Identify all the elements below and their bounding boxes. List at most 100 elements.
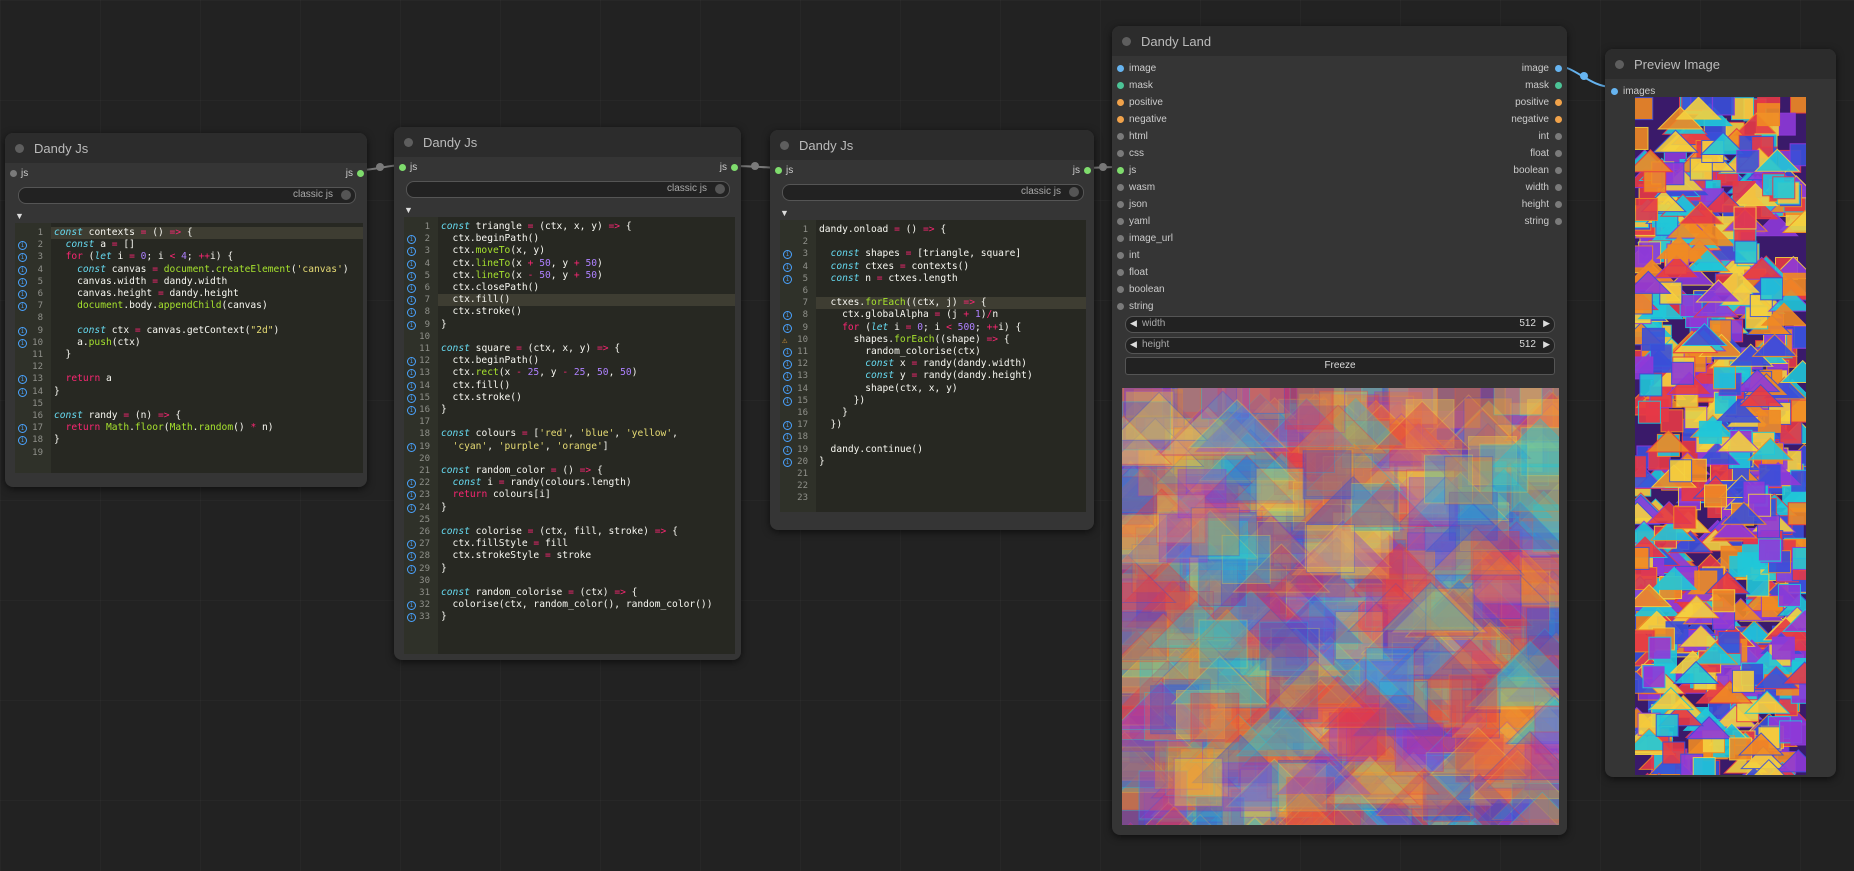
increment-arrow-icon[interactable]: ▶ [1543,318,1550,329]
code-line[interactable]: colorise(ctx, random_color(), random_col… [441,599,713,611]
output-pin[interactable] [1555,133,1562,140]
code-editor[interactable]: 1 const triangle = (ctx, x, y) => {2 i ctx… [404,217,735,654]
code-line[interactable]: ctx.beginPath() [441,233,540,245]
code-line[interactable]: document.body.appendChild(canvas) [54,300,268,312]
code-line[interactable]: const i = randy(colours.length) [441,477,632,489]
code-line[interactable]: shape(ctx, x, y) [819,383,957,395]
code-line[interactable]: const random_colorise = (ctx) => { [441,587,637,599]
info-icon[interactable]: i [783,421,792,431]
dandy-js-node-3[interactable]: Dandy Js js js classic js ▼ 1 dandy.onloa… [770,130,1094,530]
dandy-js-node-2[interactable]: Dandy Js js js classic js ▼ 1 const trian… [394,127,741,660]
info-icon[interactable]: i [783,396,792,406]
node-title-bar[interactable]: Dandy Js [770,130,1094,160]
info-icon[interactable]: i [18,326,27,336]
info-icon[interactable]: i [783,372,792,382]
code-line[interactable]: const a = [] [54,239,135,251]
input-pin[interactable] [1117,184,1124,191]
info-icon[interactable]: i [407,564,416,574]
code-line[interactable]: 'cyan', 'purple', 'orange'] [441,441,609,453]
info-icon[interactable]: i [407,235,416,245]
output-pin[interactable] [1555,116,1562,123]
code-line[interactable]: } [441,404,447,416]
output-slot-mask[interactable]: mask [1340,77,1568,94]
info-icon[interactable]: i [18,241,27,251]
code-line[interactable]: const random_color = () => { [441,465,603,477]
node-title-bar[interactable]: Dandy Js [5,133,367,163]
code-line[interactable]: for (let i = 0; i < 4; ++i) { [54,251,234,263]
output-slot-boolean[interactable]: boolean [1340,162,1568,179]
input-slot-image_url[interactable]: image_url [1112,230,1567,247]
collapse-dot-icon[interactable] [1122,36,1131,46]
js-input-pin[interactable] [775,167,782,174]
code-line[interactable]: return colours[i] [441,489,551,501]
info-icon[interactable]: i [407,491,416,501]
code-line[interactable]: const square = (ctx, x, y) => { [441,343,620,355]
code-line[interactable]: ctxes.forEach((ctx, j) => { [819,297,987,309]
code-line[interactable]: ctx.fill() [441,380,511,392]
freeze-button[interactable]: Freeze [1125,357,1555,375]
input-pin[interactable] [1117,116,1124,123]
output-pin[interactable] [1555,150,1562,157]
collapse-triangle-icon[interactable]: ▼ [780,208,789,218]
input-slot-int[interactable]: int [1112,247,1567,264]
collapse-triangle-icon[interactable]: ▼ [404,205,413,215]
mode-combo[interactable]: classic js [782,184,1084,201]
code-editor[interactable]: 1 const contexts = () => {2 i const a = []… [15,223,363,473]
code-line[interactable]: } [441,319,447,331]
input-pin[interactable] [1117,269,1124,276]
code-line[interactable]: const y = randy(dandy.height) [819,370,1033,382]
code-line[interactable]: } [54,349,72,361]
input-pin[interactable] [1117,286,1124,293]
code-line[interactable]: return a [54,373,112,385]
images-input-pin[interactable] [1611,88,1618,95]
output-slot-negative[interactable]: negative [1340,111,1568,128]
code-line[interactable]: } [54,434,60,446]
code-line[interactable]: const contexts = () => { [54,227,193,239]
code-line[interactable]: ctx.fillStyle = fill [441,538,569,550]
info-icon[interactable]: i [18,375,27,385]
input-pin[interactable] [1117,65,1124,72]
code-line[interactable]: ctx.fill() [441,294,511,306]
info-icon[interactable]: i [783,250,792,260]
js-output-pin[interactable] [1084,167,1091,174]
input-pin[interactable] [1117,252,1124,259]
info-icon[interactable]: i [407,381,416,391]
code-line[interactable]: const canvas = document.createElement('c… [54,264,349,276]
code-line[interactable]: ctx.lineTo(x + 50, y + 50) [441,258,603,270]
output-pin[interactable] [1555,218,1562,225]
decrement-arrow-icon[interactable]: ◀ [1130,318,1137,329]
input-slot-string[interactable]: string [1112,298,1567,315]
output-pin[interactable] [1555,99,1562,106]
js-input-pin[interactable] [10,170,17,177]
input-slot-float[interactable]: float [1112,264,1567,281]
code-line[interactable]: ctx.closePath() [441,282,540,294]
input-pin[interactable] [1117,201,1124,208]
info-icon[interactable]: i [783,384,792,394]
mode-combo[interactable]: classic js [406,181,730,198]
info-icon[interactable]: i [783,360,792,370]
increment-arrow-icon[interactable]: ▶ [1543,339,1550,350]
info-icon[interactable]: i [18,277,27,287]
output-pin[interactable] [1555,184,1562,191]
code-line[interactable]: ctx.rect(x - 25, y - 25, 50, 50) [441,367,638,379]
js-output-pin[interactable] [357,170,364,177]
node-title-bar[interactable]: Dandy Js [394,127,741,157]
mode-toggle-icon[interactable] [715,184,725,194]
collapse-dot-icon[interactable] [780,140,789,150]
output-pin[interactable] [1555,201,1562,208]
output-slot-string[interactable]: string [1340,213,1568,230]
input-pin[interactable] [1117,133,1124,140]
code-line[interactable]: const ctxes = contexts() [819,261,970,273]
input-pin[interactable] [1117,235,1124,242]
code-line[interactable]: } [819,407,848,419]
code-line[interactable]: shapes.forEach((shape) => { [819,334,1010,346]
input-pin[interactable] [1117,99,1124,106]
input-pin[interactable] [1117,82,1124,89]
output-slot-width[interactable]: width [1340,179,1568,196]
info-icon[interactable]: i [407,442,416,452]
info-icon[interactable]: i [407,503,416,513]
info-icon[interactable]: i [783,262,792,272]
code-line[interactable]: a.push(ctx) [54,337,141,349]
decrement-arrow-icon[interactable]: ◀ [1130,339,1137,350]
code-line[interactable]: canvas.height = dandy.height [54,288,239,300]
